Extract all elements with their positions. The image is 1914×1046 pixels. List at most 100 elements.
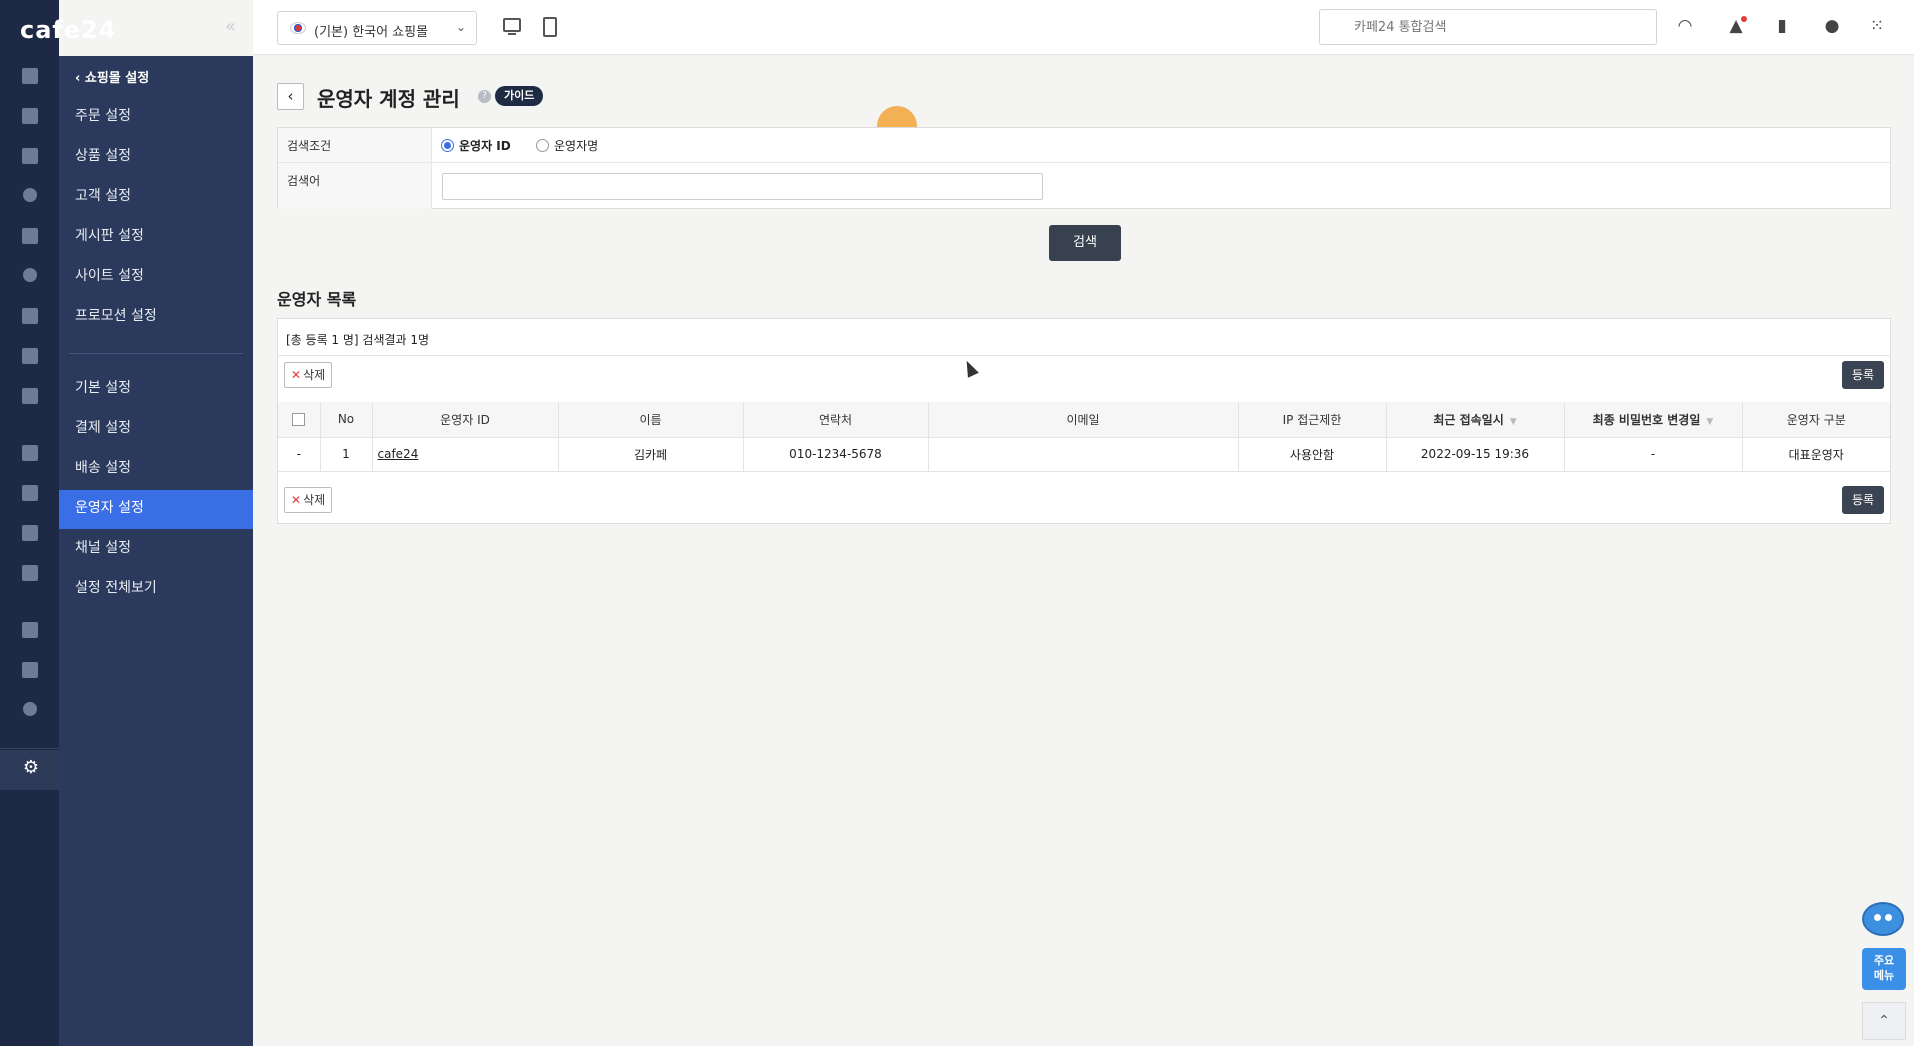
sidebar-item-customer[interactable]: 고객 설정: [75, 185, 131, 205]
sidebar-item-operator[interactable]: 운영자 설정: [75, 497, 144, 517]
board-icon[interactable]: [22, 228, 38, 244]
book-icon[interactable]: [22, 388, 38, 404]
operator-list-title: 운영자 목록: [277, 290, 357, 309]
palette-icon[interactable]: [23, 268, 37, 282]
col-pw-changed-label: 최종 비밀번호 변경일: [1592, 412, 1701, 427]
shop-select-value: (기본) 한국어 쇼핑몰: [314, 25, 429, 40]
row-phone: 010-1234-5678: [743, 437, 929, 472]
delete-label: 삭제: [303, 368, 326, 382]
sort-icon: ▼: [1509, 416, 1517, 427]
row-ip: 사용안함: [1238, 437, 1387, 472]
radio-operator-name[interactable]: [536, 139, 549, 152]
shirt-icon[interactable]: [22, 148, 38, 164]
close-icon: ✕: [291, 493, 302, 507]
radio-operator-id[interactable]: [441, 139, 454, 152]
delete-button-bottom[interactable]: ✕ 삭제: [284, 487, 333, 513]
search-button[interactable]: 검색: [1049, 225, 1121, 261]
col-last-login[interactable]: 최근 접속일시 ▼: [1386, 402, 1565, 438]
cart-icon[interactable]: [22, 108, 38, 124]
truck-icon[interactable]: [22, 565, 38, 581]
sort-icon: ▼: [1706, 416, 1714, 427]
desktop-icon[interactable]: [503, 18, 521, 35]
mobile-icon[interactable]: [543, 17, 557, 37]
home-icon[interactable]: [22, 68, 38, 84]
chatbot-icon[interactable]: [1862, 902, 1904, 936]
sidebar-item-payment[interactable]: 결제 설정: [75, 417, 131, 437]
row-name: 김카페: [558, 437, 744, 472]
row-check: -: [278, 437, 321, 472]
customer-icon[interactable]: [23, 188, 37, 202]
search-keyword-input[interactable]: [442, 173, 1043, 200]
gear-icon[interactable]: ⚙: [22, 759, 40, 777]
quick-menu-line2: 메뉴: [1873, 969, 1895, 982]
operator-table: No 운영자 ID 이름 연락처 이메일 IP 접근제한 최근 접속일시 ▼ 최종…: [278, 402, 1890, 472]
operator-list: [총 등록 1 명] 검색결과 1명 ✕ 삭제 등록 No 운영자 ID 이름 연…: [277, 318, 1891, 524]
col-phone: 연락처: [743, 402, 929, 438]
sidebar-item-all-settings[interactable]: 설정 전체보기: [75, 577, 157, 597]
list-summary: [총 등록 1 명] 검색결과 1명: [286, 333, 430, 347]
col-operator-id: 운영자 ID: [372, 402, 559, 438]
sidebar-divider: [69, 353, 243, 354]
register-button-top[interactable]: 등록: [1842, 361, 1884, 389]
apps-icon[interactable]: [22, 622, 38, 638]
store-icon[interactable]: [22, 445, 38, 461]
register-button-bottom[interactable]: 등록: [1842, 486, 1884, 514]
sidebar-item-site[interactable]: 사이트 설정: [75, 265, 144, 285]
scroll-top-button[interactable]: ⌃: [1862, 1002, 1906, 1040]
sidebar-item-board[interactable]: 게시판 설정: [75, 225, 144, 245]
quick-menu-button[interactable]: 주요 메뉴: [1862, 948, 1906, 990]
quick-menu-line1: 주요: [1873, 954, 1895, 967]
sidebar-back-label: 쇼핑몰 설정: [84, 71, 150, 86]
shop-select[interactable]: (기본) 한국어 쇼핑몰 ⌄: [277, 11, 477, 45]
row-last-login: 2022-09-15 19:36: [1386, 437, 1565, 472]
notification-dot: [1741, 16, 1747, 22]
select-all-checkbox[interactable]: [292, 413, 306, 427]
help-icon[interactable]: ?: [478, 90, 491, 103]
search-condition-label: 검색조건: [278, 128, 432, 162]
col-email: 이메일: [928, 402, 1239, 438]
col-no: No: [320, 402, 373, 438]
sidebar-back-link[interactable]: ‹ 쇼핑몰 설정: [75, 67, 149, 86]
stats-icon[interactable]: [22, 348, 38, 364]
promotion-icon[interactable]: [22, 308, 38, 324]
row-pw-changed: -: [1564, 437, 1743, 472]
row-type: 대표운영자: [1742, 437, 1890, 472]
settings-sidebar: ‹ 쇼핑몰 설정 주문 설정 상품 설정 고객 설정 게시판 설정 사이트 설정…: [59, 56, 253, 1046]
sidebar-item-basic[interactable]: 기본 설정: [75, 377, 131, 397]
table-row: - 1 cafe24 김카페 010-1234-5678 사용안함 2022-0…: [278, 437, 1890, 472]
global-search-input[interactable]: [1319, 9, 1657, 45]
top-bar: (기본) 한국어 쇼핑몰 ⌄ ◠ ▲ ▮ ● ⁙: [253, 0, 1914, 55]
market-icon[interactable]: [22, 525, 38, 541]
bookmark-icon[interactable]: ▮: [1773, 17, 1791, 35]
logo[interactable]: cafe24: [0, 0, 253, 56]
apps-grid-icon[interactable]: ⁙: [1868, 17, 1886, 35]
col-pw-changed[interactable]: 최종 비밀번호 변경일 ▼: [1564, 402, 1743, 438]
back-button[interactable]: ‹: [277, 83, 304, 110]
megaphone-icon[interactable]: [22, 485, 38, 501]
copy-icon[interactable]: [23, 702, 37, 716]
sidebar-item-channel[interactable]: 채널 설정: [75, 537, 131, 557]
rail-divider: [0, 748, 59, 749]
table-header-row: No 운영자 ID 이름 연락처 이메일 IP 접근제한 최근 접속일시 ▼ 최종…: [278, 402, 1890, 438]
list-divider: [278, 355, 1890, 356]
operator-id-link[interactable]: cafe24: [378, 447, 419, 461]
sidebar-item-order[interactable]: 주문 설정: [75, 105, 131, 125]
radio-operator-name-label: 운영자명: [554, 139, 599, 153]
search-keyword-row: 검색어: [278, 163, 1890, 209]
sidebar-item-product[interactable]: 상품 설정: [75, 145, 131, 165]
main-content: ‹ 운영자 계정 관리 ? 가이드 검색조건 운영자 ID 운영자명 검색어 검…: [253, 56, 1914, 1046]
delete-button-top[interactable]: ✕ 삭제: [284, 362, 333, 388]
chevron-down-icon: ⌄: [455, 20, 466, 34]
headset-icon[interactable]: ◠: [1676, 17, 1694, 35]
sidebar-item-shipping[interactable]: 배송 설정: [75, 457, 131, 477]
account-icon[interactable]: ●: [1823, 17, 1841, 35]
sidebar-item-promotion[interactable]: 프로모션 설정: [75, 305, 157, 325]
search-keyword-label: 검색어: [278, 163, 432, 209]
guide-button[interactable]: 가이드: [495, 86, 544, 106]
folder-icon[interactable]: [22, 662, 38, 678]
icon-rail: ⚙: [0, 0, 59, 1046]
collapse-sidebar-button[interactable]: «: [225, 16, 236, 37]
col-name: 이름: [558, 402, 744, 438]
page-title: 운영자 계정 관리: [317, 87, 460, 111]
search-form: 검색조건 운영자 ID 운영자명 검색어: [277, 127, 1891, 209]
